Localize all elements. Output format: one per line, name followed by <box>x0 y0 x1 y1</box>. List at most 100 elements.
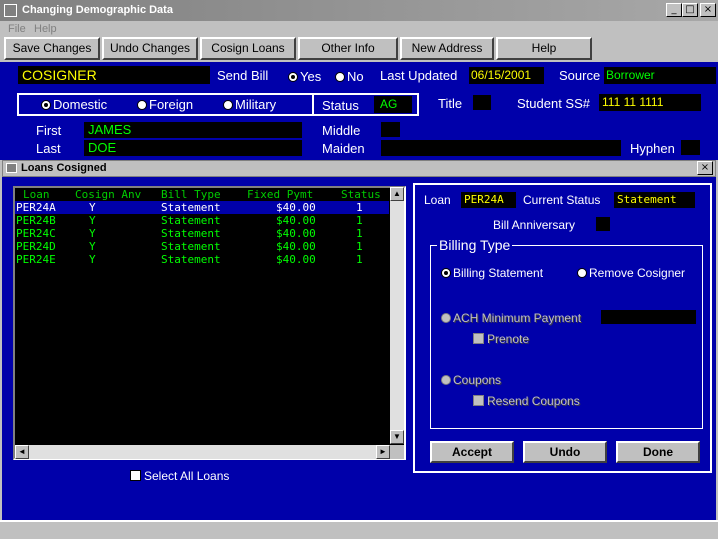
bill-anniversary-field[interactable] <box>596 217 610 231</box>
table-row[interactable]: PER24E Y Statement $40.00 1 <box>15 253 389 266</box>
title-label: Title <box>438 96 463 111</box>
middle-field[interactable] <box>381 122 400 137</box>
table-row[interactable]: PER24A Y Statement $40.00 1 <box>15 201 389 214</box>
domestic-option[interactable]: Domestic <box>41 97 107 112</box>
table-row[interactable]: PER24D Y Statement $40.00 1 <box>15 240 389 253</box>
military-option[interactable]: Military <box>223 97 276 112</box>
scroll-right-button[interactable]: ► <box>376 445 390 459</box>
col-cosign-anv: Cosign Anv <box>75 188 142 201</box>
row-status: 1 <box>356 201 363 214</box>
select-all-label: Select All Loans <box>144 469 230 483</box>
status-label: Status <box>322 98 359 113</box>
student-ss-label: Student SS# <box>517 96 590 111</box>
maximize-button[interactable]: □ <box>682 3 698 17</box>
new-address-button[interactable]: New Address <box>400 37 494 60</box>
child-window-icon <box>6 163 17 173</box>
cosign-loans-button[interactable]: Cosign Loans <box>200 37 296 60</box>
undo-button[interactable]: Undo <box>523 441 607 463</box>
row-status: 1 <box>356 240 363 253</box>
save-changes-button[interactable]: Save Changes <box>4 37 100 60</box>
last-label: Last <box>36 141 61 156</box>
checkbox-icon <box>473 333 484 344</box>
status-bar <box>0 520 718 539</box>
menu-help[interactable]: Help <box>34 23 57 35</box>
billing-statement-option[interactable]: Billing Statement <box>441 266 543 280</box>
radio-no-icon <box>335 72 345 82</box>
student-ss-field: 111 11 1111 <box>599 94 701 111</box>
row-bill-type: Statement <box>161 227 221 240</box>
horizontal-scrollbar[interactable] <box>15 445 390 459</box>
other-info-button[interactable]: Other Info <box>298 37 398 60</box>
resend-coupons-checkbox[interactable]: Resend Coupons <box>473 394 580 408</box>
last-updated-label: Last Updated <box>380 68 458 83</box>
table-row[interactable]: PER24B Y Statement $40.00 1 <box>15 214 389 227</box>
remove-cosigner-label: Remove Cosigner <box>589 266 686 280</box>
vertical-scrollbar[interactable] <box>390 187 404 444</box>
status-field: AG <box>374 96 412 113</box>
billing-statement-label: Billing Statement <box>453 266 544 280</box>
row-fixed-pymt: $40.00 <box>276 240 316 253</box>
maiden-field[interactable] <box>381 140 621 156</box>
ach-amount-field[interactable] <box>601 310 696 324</box>
minimize-button[interactable]: _ <box>666 3 682 17</box>
radio-yes-icon <box>288 72 298 82</box>
prenote-checkbox[interactable]: Prenote <box>473 332 529 346</box>
send-bill-no[interactable]: No <box>335 69 364 84</box>
row-loan: PER24B <box>16 214 56 227</box>
send-bill-yes[interactable]: Yes <box>288 69 321 84</box>
scroll-corner <box>390 445 404 459</box>
row-bill-type: Statement <box>161 240 221 253</box>
row-loan: PER24D <box>16 240 56 253</box>
checkbox-icon <box>473 395 484 406</box>
hyphen-label: Hyphen <box>630 141 675 156</box>
loan-field: PER24A <box>461 192 516 208</box>
source-label: Source <box>559 68 601 83</box>
coupons-label: Coupons <box>453 373 502 387</box>
last-updated-field: 06/15/2001 <box>469 67 544 84</box>
row-fixed-pymt: $40.00 <box>276 227 316 240</box>
row-loan: PER24E <box>16 253 56 266</box>
radio-foreign-icon <box>137 100 147 110</box>
accept-button[interactable]: Accept <box>430 441 514 463</box>
menu-bar: File Help <box>0 21 718 37</box>
hyphen-field[interactable] <box>681 140 700 155</box>
close-button[interactable]: × <box>700 3 716 17</box>
scroll-down-button[interactable]: ▼ <box>390 430 404 444</box>
row-status: 1 <box>356 227 363 240</box>
first-name-field[interactable]: JAMES <box>84 122 302 138</box>
row-loan: PER24C <box>16 227 56 240</box>
radio-domestic-icon <box>41 100 51 110</box>
military-label: Military <box>235 97 277 112</box>
row-cosign-anv: Y <box>89 214 96 227</box>
loans-window-titlebar[interactable] <box>2 160 716 177</box>
app-icon <box>4 4 17 17</box>
loans-window-title: Loans Cosigned <box>21 162 107 174</box>
source-field: Borrower <box>604 67 716 84</box>
menu-file[interactable]: File <box>8 23 26 35</box>
row-bill-type: Statement <box>161 253 221 266</box>
loans-window-close-button[interactable]: × <box>697 161 713 175</box>
row-bill-type: Statement <box>161 214 221 227</box>
row-status: 1 <box>356 253 363 266</box>
radio-ach-icon <box>441 313 451 323</box>
col-fixed-pymt: Fixed Pymt <box>247 188 314 201</box>
select-all-loans-checkbox[interactable]: Select All Loans <box>130 469 229 483</box>
title-field[interactable] <box>473 95 491 110</box>
done-button[interactable]: Done <box>616 441 700 463</box>
foreign-option[interactable]: Foreign <box>137 97 193 112</box>
ach-minimum-payment-option[interactable]: ACH Minimum Payment <box>441 311 581 325</box>
scroll-up-button[interactable]: ▲ <box>390 187 404 201</box>
remove-cosigner-option[interactable]: Remove Cosigner <box>577 266 685 280</box>
billing-type-label: Billing Type <box>437 237 513 253</box>
coupons-option[interactable]: Coupons <box>441 373 501 387</box>
domestic-label: Domestic <box>53 97 108 112</box>
help-button[interactable]: Help <box>496 37 592 60</box>
send-bill-label: Send Bill <box>217 68 269 83</box>
last-name-field[interactable]: DOE <box>84 140 302 156</box>
first-label: First <box>36 123 62 138</box>
undo-changes-button[interactable]: Undo Changes <box>102 37 198 60</box>
scroll-left-button[interactable]: ◄ <box>15 445 29 459</box>
current-status-field: Statement <box>614 192 695 208</box>
radio-billing-statement-icon <box>441 268 451 278</box>
table-row[interactable]: PER24C Y Statement $40.00 1 <box>15 227 389 240</box>
